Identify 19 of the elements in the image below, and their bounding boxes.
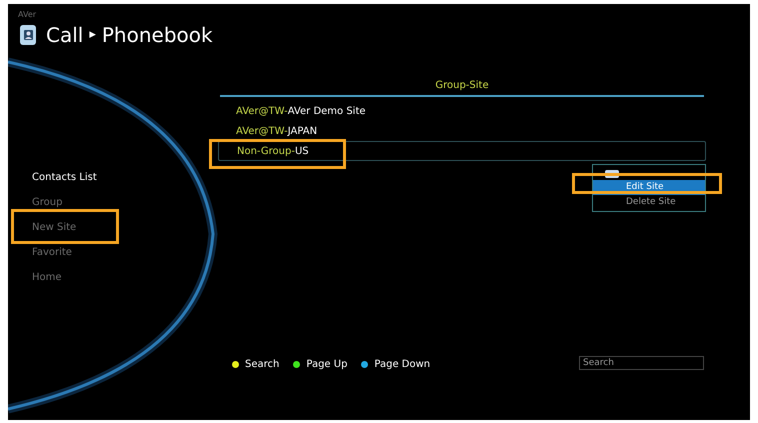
sidebar-item[interactable]: New Site — [32, 219, 97, 236]
legend-label: Search — [245, 358, 280, 372]
sidebar-item[interactable]: Contacts List — [32, 169, 97, 186]
legend-label: Page Up — [306, 358, 348, 372]
menu-item[interactable]: Delete Site — [593, 195, 705, 210]
breadcrumb-text: Phonebook — [102, 22, 213, 49]
sidebar-item[interactable]: Group — [32, 194, 97, 211]
site-row[interactable]: Non-Group-US — [218, 141, 706, 161]
contact-book-icon — [18, 24, 38, 46]
site-row[interactable]: AVer@TW-JAPAN — [218, 121, 706, 141]
site-row[interactable]: AVer@TW-AVer Demo Site — [218, 101, 706, 121]
sidebar-item[interactable]: Favorite — [32, 244, 97, 261]
search-field[interactable]: Search — [579, 356, 704, 370]
breadcrumb-text: Call — [46, 22, 84, 49]
sidebar-item[interactable]: Home — [32, 269, 97, 286]
legend-label: Page Down — [374, 358, 430, 372]
breadcrumb-separator: ▸ — [89, 26, 96, 44]
list-title: Group-Site — [434, 79, 490, 93]
logo-text: AVer — [18, 9, 36, 21]
